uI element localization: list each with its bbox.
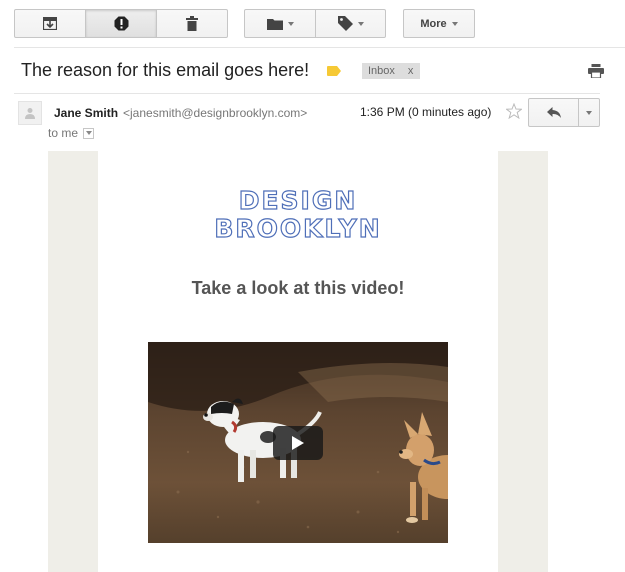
subject-divider [14,93,600,94]
label-icon [337,16,353,31]
more-label: More [420,17,447,30]
design-brooklyn-logo[interactable]: DESIGN BROOKLYN [98,186,498,243]
move-to-button[interactable] [245,10,316,37]
reply-icon [546,107,561,118]
chevron-down-icon [586,110,592,115]
toolbar-divider [14,47,625,48]
email-headline: Take a look at this video! [191,278,405,298]
delete-button[interactable] [157,10,227,37]
remove-label-button[interactable]: x [408,65,414,77]
labels-button[interactable] [316,10,385,37]
logo-line-1: DESIGN [238,186,358,215]
sender-name[interactable]: Jane Smith [54,106,118,120]
more-reply-options-button[interactable] [579,99,599,126]
play-button[interactable] [273,426,323,460]
email-body: DESIGN BROOKLYN Take a look at this vide… [98,151,498,572]
recipient-text: to me [48,126,79,140]
print-icon[interactable] [588,64,604,78]
video-thumbnail[interactable] [148,342,448,543]
chevron-down-icon [85,131,92,135]
logo-line-2: BROOKLYN [214,214,382,243]
importance-marker-icon[interactable] [327,66,341,76]
reply-button[interactable] [529,99,579,126]
chevron-down-icon [287,21,294,26]
avatar-icon [25,108,35,119]
report-spam-icon [114,16,128,31]
action-toolbar [14,9,228,38]
reply-controls [528,98,600,127]
sender-email: <janesmith@designbrooklyn.com> [123,106,308,120]
email-subject: The reason for this email goes here! [21,60,310,80]
more-button[interactable]: More [404,10,474,37]
message-timestamp: 1:36 PM (0 minutes ago) [360,105,492,119]
folder-icon [266,18,283,30]
play-icon [292,436,304,450]
chevron-down-icon [357,21,364,26]
show-details-button[interactable] [83,127,95,139]
more-menu: More [403,9,475,38]
chevron-down-icon [451,21,458,26]
recipient-line: to me [48,126,95,140]
avatar[interactable] [18,101,42,125]
star-icon[interactable] [506,103,522,119]
inbox-label-chip: Inbox x [362,63,420,79]
archive-icon [43,17,57,30]
organize-toolbar [244,9,386,38]
delete-icon [186,16,198,31]
label-name: Inbox [368,65,395,77]
report-spam-button[interactable] [86,10,157,37]
archive-button[interactable] [15,10,86,37]
